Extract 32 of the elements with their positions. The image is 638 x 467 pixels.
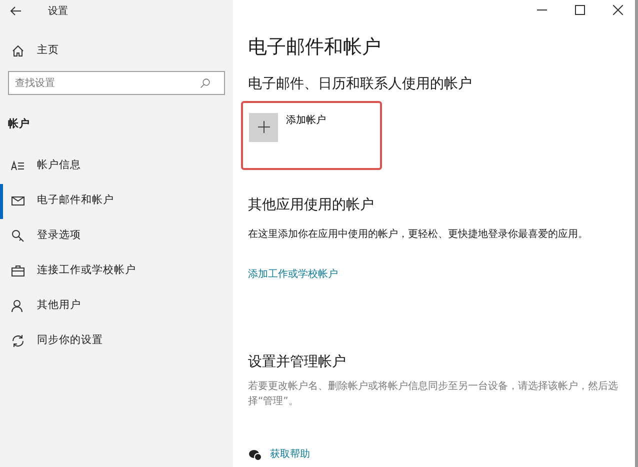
search-icon xyxy=(200,76,211,90)
add-account-button[interactable] xyxy=(249,112,278,142)
key-icon xyxy=(11,229,25,244)
nav-item[interactable]: 连接工作或学校帐户 xyxy=(0,254,233,289)
add-work-account-link[interactable]: 添加工作或学校帐户 xyxy=(248,269,338,280)
help-chat-icon xyxy=(248,448,262,462)
mail-icon xyxy=(11,194,25,208)
nav-item[interactable]: 同步你的设置 xyxy=(0,324,233,359)
plus-icon xyxy=(258,121,270,134)
briefcase-icon xyxy=(11,264,25,278)
nav-item[interactable]: 电子邮件和帐户 xyxy=(0,184,233,219)
search-field[interactable]: 查找设置 xyxy=(8,71,225,95)
home-nav-item[interactable]: 主页 xyxy=(0,34,233,67)
section-heading: 电子邮件、日历和联系人使用的帐户 xyxy=(248,76,473,93)
maximize-icon xyxy=(575,5,585,15)
home-icon xyxy=(11,44,25,58)
window-title: 设置 xyxy=(48,4,68,18)
nav-item[interactable]: 登录选项 xyxy=(0,218,233,254)
close-icon xyxy=(613,5,623,15)
section-heading: 帐户 xyxy=(7,117,31,132)
nav-item[interactable]: 其他用户 xyxy=(0,288,233,324)
get-help-link[interactable]: 获取帮助 xyxy=(270,447,310,462)
page-title: 电子邮件和帐户 xyxy=(248,36,382,59)
description-text: 若要更改帐户名、删除帐户或将帐户信息同步至另一台设备，请选择该帐户，然后选择“管理”。 xyxy=(248,380,619,410)
section-heading: 设置并管理帐户 xyxy=(248,354,347,372)
description-text: 在这里添加你在应用中使用的帐户，更轻松、更快捷地登录你最喜爱的应用。 xyxy=(248,228,589,242)
person-icon xyxy=(11,299,25,314)
add-account-label[interactable]: 添加帐户 xyxy=(286,112,326,128)
nav-item[interactable]: 帐户信息 xyxy=(0,148,233,184)
back-arrow-icon xyxy=(9,4,23,18)
sync-icon xyxy=(11,334,25,348)
section-heading: 其他应用使用的帐户 xyxy=(248,196,375,214)
